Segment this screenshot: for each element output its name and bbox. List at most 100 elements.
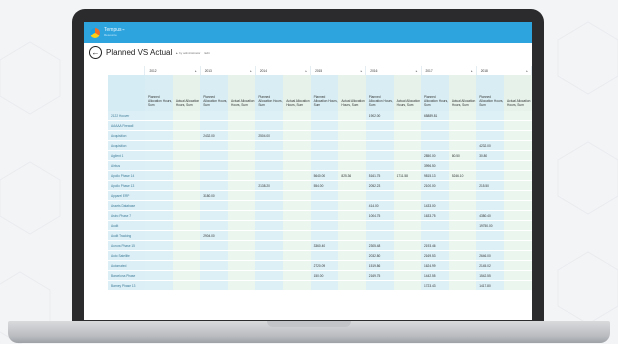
- actual-hours-cell[interactable]: [228, 270, 256, 281]
- actual-hours-cell[interactable]: [393, 190, 421, 201]
- actual-hours-cell[interactable]: [393, 240, 421, 251]
- planned-hours-cell[interactable]: 3180.00: [200, 190, 229, 201]
- actual-hours-cell[interactable]: [448, 250, 477, 261]
- table-row[interactable]: AAAAA Firewall: [108, 120, 532, 131]
- planned-hours-header[interactable]: Planned Allocation Hours, Sum: [144, 75, 173, 111]
- planned-hours-cell[interactable]: 150.00: [310, 270, 339, 281]
- actual-hours-cell[interactable]: [448, 180, 477, 191]
- actual-hours-cell[interactable]: [283, 111, 311, 121]
- edit-link[interactable]: Edit: [204, 51, 209, 55]
- year-header[interactable]: 2017 ▸: [421, 66, 477, 75]
- actual-hours-cell[interactable]: [172, 120, 201, 131]
- actual-hours-cell[interactable]: [338, 220, 366, 231]
- table-row[interactable]: Airbus 3996.50: [108, 160, 532, 171]
- planned-hours-cell[interactable]: [421, 140, 449, 151]
- actual-hours-cell[interactable]: [504, 190, 532, 201]
- planned-hours-cell[interactable]: 4380.40: [476, 210, 505, 221]
- actual-hours-cell[interactable]: [448, 270, 477, 281]
- actual-hours-cell[interactable]: [338, 270, 366, 281]
- planned-hours-cell[interactable]: [144, 200, 173, 211]
- year-header[interactable]: 2015 ▸: [310, 66, 367, 75]
- planned-hours-cell[interactable]: 9815.13: [421, 170, 449, 181]
- actual-hours-cell[interactable]: [338, 200, 366, 211]
- year-header[interactable]: 2013 ▸: [200, 66, 256, 75]
- actual-hours-cell[interactable]: [504, 120, 532, 131]
- actual-hours-cell[interactable]: [393, 210, 421, 221]
- row-project-name[interactable]: Barney Phase 13: [108, 280, 145, 291]
- row-project-name[interactable]: Apollo Phase 14: [108, 170, 145, 181]
- actual-hours-cell[interactable]: [283, 270, 311, 281]
- actual-hours-cell[interactable]: [448, 111, 477, 121]
- planned-hours-cell[interactable]: [476, 240, 505, 251]
- year-header[interactable]: 2018 ▸: [476, 66, 532, 75]
- planned-hours-header[interactable]: Planned Allocation Hours, Sum: [255, 75, 284, 111]
- planned-hours-cell[interactable]: 1633.75: [421, 210, 449, 221]
- actual-hours-cell[interactable]: [172, 250, 201, 261]
- actual-hours-cell[interactable]: [504, 230, 532, 241]
- actual-hours-cell[interactable]: [172, 200, 201, 211]
- planned-hours-cell[interactable]: [310, 200, 339, 211]
- back-button[interactable]: ←: [89, 46, 102, 59]
- planned-hours-cell[interactable]: 2193.46: [421, 240, 449, 251]
- planned-hours-cell[interactable]: [421, 220, 449, 231]
- actual-hours-cell[interactable]: [172, 260, 201, 271]
- planned-hours-cell[interactable]: [476, 111, 505, 121]
- actual-hours-cell[interactable]: [172, 170, 201, 181]
- planned-hours-cell[interactable]: [200, 220, 229, 231]
- planned-hours-cell[interactable]: [365, 280, 394, 291]
- planned-hours-cell[interactable]: [144, 230, 173, 241]
- actual-hours-cell[interactable]: [338, 180, 366, 191]
- actual-hours-cell[interactable]: [504, 150, 532, 161]
- planned-hours-cell[interactable]: [365, 220, 394, 231]
- planned-hours-cell[interactable]: [200, 170, 229, 181]
- planned-hours-cell[interactable]: 554.00: [310, 180, 339, 191]
- planned-hours-cell[interactable]: [476, 200, 505, 211]
- actual-hours-cell[interactable]: [393, 120, 421, 131]
- row-project-name[interactable]: Apollo Phase 13: [108, 180, 145, 191]
- actual-hours-cell[interactable]: [338, 190, 366, 201]
- actual-hours-cell[interactable]: [448, 130, 477, 141]
- actual-hours-cell[interactable]: [338, 230, 366, 241]
- planned-hours-cell[interactable]: [200, 270, 229, 281]
- planned-hours-cell[interactable]: 2100.00: [421, 180, 449, 191]
- actual-hours-cell[interactable]: [338, 240, 366, 251]
- planned-hours-cell[interactable]: 65889.81: [421, 111, 449, 121]
- actual-hours-cell[interactable]: [448, 260, 477, 271]
- table-row[interactable]: Aurora Phase 15 3360.40 2305.48 2193.46: [108, 240, 532, 251]
- planned-hours-cell[interactable]: [310, 280, 339, 291]
- actual-hours-cell[interactable]: [228, 120, 256, 131]
- actual-hours-cell[interactable]: [228, 260, 256, 271]
- actual-hours-cell[interactable]: [228, 190, 256, 201]
- actual-hours-cell[interactable]: [504, 140, 532, 151]
- actual-hours-cell[interactable]: [504, 180, 532, 191]
- actual-hours-cell[interactable]: [283, 240, 311, 251]
- planned-hours-cell[interactable]: [310, 140, 339, 151]
- actual-hours-cell[interactable]: 825.36: [338, 170, 366, 181]
- planned-hours-cell[interactable]: [144, 260, 173, 271]
- row-project-name[interactable]: Aurora Phase 15: [108, 240, 145, 251]
- planned-hours-cell[interactable]: [365, 150, 394, 161]
- actual-hours-cell[interactable]: [172, 190, 201, 201]
- planned-hours-cell[interactable]: 4232.00: [476, 140, 505, 151]
- planned-hours-cell[interactable]: 2904.00: [200, 230, 229, 241]
- planned-hours-cell[interactable]: [476, 120, 505, 131]
- actual-hours-cell[interactable]: [172, 111, 201, 121]
- planned-hours-cell[interactable]: [144, 220, 173, 231]
- planned-hours-cell[interactable]: [255, 250, 284, 261]
- actual-hours-cell[interactable]: [172, 280, 201, 291]
- planned-hours-cell[interactable]: 1004.75: [365, 210, 394, 221]
- planned-hours-cell[interactable]: 2432.00: [200, 130, 229, 141]
- actual-hours-cell[interactable]: [448, 120, 477, 131]
- actual-hours-cell[interactable]: [504, 200, 532, 211]
- actual-hours-cell[interactable]: [228, 200, 256, 211]
- actual-hours-cell[interactable]: [172, 130, 201, 141]
- table-row[interactable]: 2122 Hoover 1902.00 65889.81: [108, 111, 532, 121]
- table-row[interactable]: Automated 2720.09 1519.86 1624.99 2145.02: [108, 260, 532, 271]
- row-project-name[interactable]: Audit: [108, 220, 145, 231]
- planned-hours-cell[interactable]: 1902.00: [365, 111, 394, 121]
- actual-hours-cell[interactable]: [393, 111, 421, 121]
- planned-hours-cell[interactable]: [144, 111, 173, 121]
- planned-hours-cell[interactable]: [255, 160, 284, 171]
- planned-hours-cell[interactable]: [255, 270, 284, 281]
- planned-hours-cell[interactable]: 1433.00: [421, 200, 449, 211]
